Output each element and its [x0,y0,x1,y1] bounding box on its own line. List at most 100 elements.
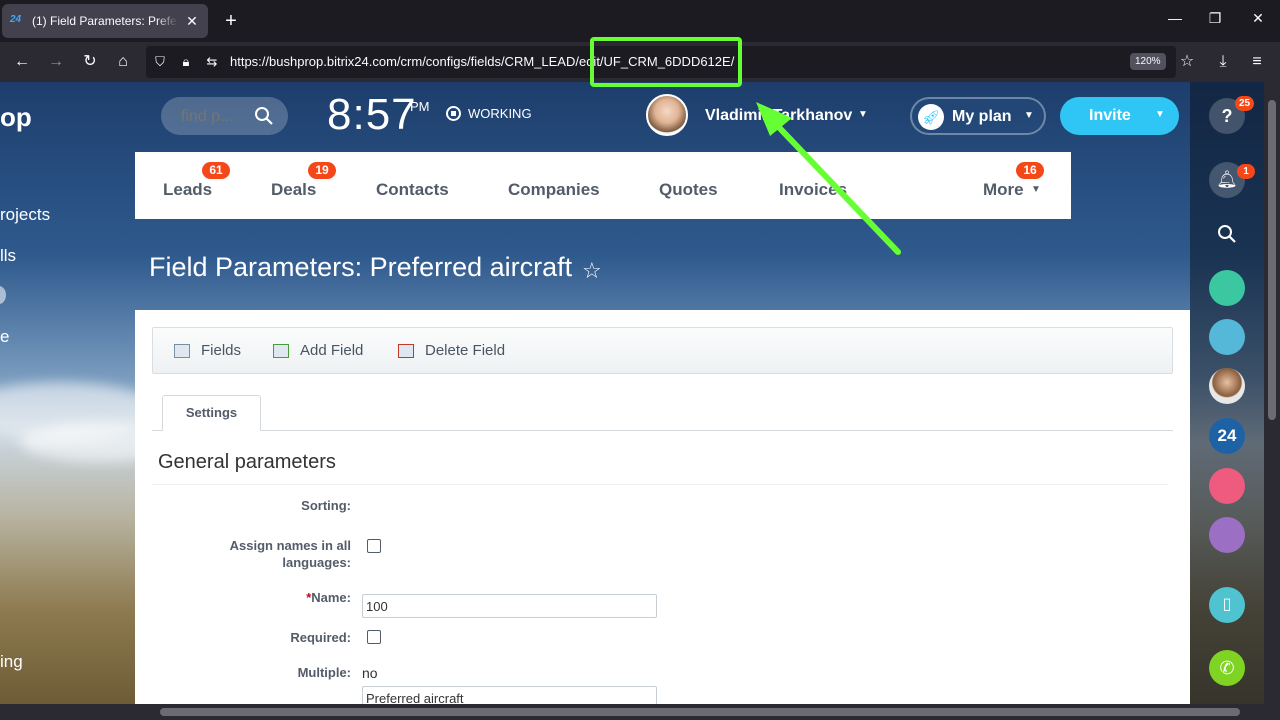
right-panel: ? 25 🔔︎ 1 24 ▯ ✆ [1190,82,1264,704]
my-plan-button[interactable]: 🚀︎ My plan ▼ [910,97,1046,135]
sidebar-item-settings[interactable]: ing [0,652,23,672]
search-panel-icon[interactable] [1209,216,1245,252]
leads-count-badge: 61 [202,162,230,179]
fields-label: Fields [201,342,242,359]
delete-field-label: Delete Field [425,342,506,359]
stop-icon [446,106,461,121]
help-badge: 25 [1235,96,1255,111]
tab-title: (1) Field Parameters: Preferred aircraft [32,14,178,28]
forward-icon[interactable]: → [45,51,67,73]
search-box[interactable] [161,97,288,135]
bitrix-page: op rojects lls e ing 8:57 PM WORKING Vla… [0,82,1264,704]
portal-logo[interactable]: op [0,102,32,133]
clock-time[interactable]: 8:57 [327,90,417,140]
browser-tab[interactable]: 24 (1) Field Parameters: Preferred aircr… [2,4,208,38]
page-title: Field Parameters: Preferred aircraft [149,252,573,282]
downloads-icon[interactable]: ⤓ [1212,51,1234,73]
required-checkbox[interactable] [367,630,381,644]
notifications-badge: 1 [1237,164,1255,179]
vertical-scrollbar[interactable] [1264,82,1280,720]
maximize-icon[interactable]: ❐ [1205,10,1225,27]
rocket-icon: 🚀︎ [918,104,944,130]
horizontal-scrollbar[interactable] [0,704,1264,720]
close-tab-icon[interactable]: ✕ [184,13,200,30]
nav-item-leads[interactable]: Leads [163,180,212,200]
back-icon[interactable]: ← [11,51,33,73]
chevron-down-icon: ▼ [1155,109,1165,120]
contact-avatar-icon[interactable] [1209,468,1245,504]
user-name[interactable]: Vladimir Tarkhanov [705,107,852,125]
permissions-icon[interactable]: ⇆ [204,54,220,70]
contact-avatar-icon[interactable] [1209,270,1245,306]
nav-item-invoices[interactable]: Invoices [779,180,847,200]
minimize-icon[interactable]: — [1165,10,1185,26]
user-avatar[interactable] [646,94,688,136]
more-count-badge: 16 [1016,162,1044,179]
section-divider [152,484,1168,485]
field-toolbar: Fields Add Field Delete Field [152,327,1173,374]
clock-ampm: PM [410,99,430,114]
fields-button[interactable]: Fields [174,342,241,359]
sidebar-item-projects[interactable]: rojects [0,205,50,225]
contact-avatar-icon[interactable] [1209,319,1245,355]
delete-field-button[interactable]: Delete Field [398,342,505,359]
work-status-label: WORKING [468,106,532,121]
bookmark-star-icon[interactable]: ☆ [1176,51,1198,73]
reload-icon[interactable]: ↻ [79,51,101,73]
horizontal-scroll-thumb[interactable] [160,708,1240,716]
browser-tabbar: 24 (1) Field Parameters: Preferred aircr… [0,0,1280,42]
sidebar-toggle[interactable] [0,286,6,304]
devices-icon[interactable]: ▯ [1209,587,1245,623]
sorting-label: Sorting: [301,498,351,513]
tab-settings[interactable]: Settings [162,395,261,431]
url-highlight-box [590,37,742,87]
search-icon[interactable] [253,105,275,127]
bitrix24-chat-icon[interactable]: 24 [1209,418,1245,454]
contact-avatar-icon[interactable] [1209,517,1245,553]
multiple-label: Multiple: [297,665,351,680]
invite-button[interactable]: Invite ▼ [1060,97,1179,135]
nav-item-more[interactable]: More [983,180,1024,200]
name-label-text: Name: [311,590,351,605]
nav-item-quotes[interactable]: Quotes [659,180,718,200]
multiple-value: no [362,665,378,681]
work-status[interactable]: WORKING [446,106,532,121]
delete-icon [398,343,414,358]
deals-count-badge: 19 [308,162,336,179]
assign-names-checkbox[interactable] [367,539,381,553]
nav-item-companies[interactable]: Companies [508,180,600,200]
contact-photo-avatar[interactable] [1209,368,1245,404]
chevron-down-icon: ▼ [1024,110,1034,121]
close-window-icon[interactable]: ✕ [1248,10,1268,27]
name-label: *Name: [306,589,351,606]
new-tab-icon[interactable]: + [220,9,242,33]
nav-item-deals[interactable]: Deals [271,180,316,200]
favorite-star-icon[interactable]: ☆ [582,258,602,284]
add-field-button[interactable]: Add Field [273,342,363,359]
add-icon [273,343,289,358]
menu-icon[interactable]: ≡ [1246,51,1268,73]
shield-icon[interactable]: ⛉ [152,54,168,70]
required-label: Required: [290,630,351,645]
tab-divider [152,430,1173,431]
sidebar-item-calls[interactable]: lls [0,246,16,266]
invite-label: Invite [1089,107,1131,124]
assign-names-label: Assign names in all languages: [229,538,351,570]
list-icon [174,343,190,358]
name-input[interactable] [362,686,657,704]
vertical-scroll-thumb[interactable] [1268,100,1276,420]
nav-item-contacts[interactable]: Contacts [376,180,449,200]
add-field-label: Add Field [300,342,364,359]
crm-nav: Leads 61 Deals 19 Contacts Companies Quo… [135,152,1071,219]
section-title: General parameters [158,451,336,473]
sidebar-item-more[interactable]: e [0,327,9,347]
user-menu-chevron-down-icon[interactable]: ▼ [858,109,868,120]
content-card: Fields Add Field Delete Field Settings G… [135,310,1190,704]
home-icon[interactable]: ⌂ [112,51,134,73]
zoom-level-badge[interactable]: 120% [1130,53,1166,70]
lock-icon[interactable]: 🔒︎ [178,54,194,70]
phone-icon[interactable]: ✆ [1209,650,1245,686]
sorting-input[interactable] [362,594,657,618]
more-chevron-down-icon[interactable]: ▼ [1031,184,1041,195]
search-input[interactable] [181,108,251,126]
